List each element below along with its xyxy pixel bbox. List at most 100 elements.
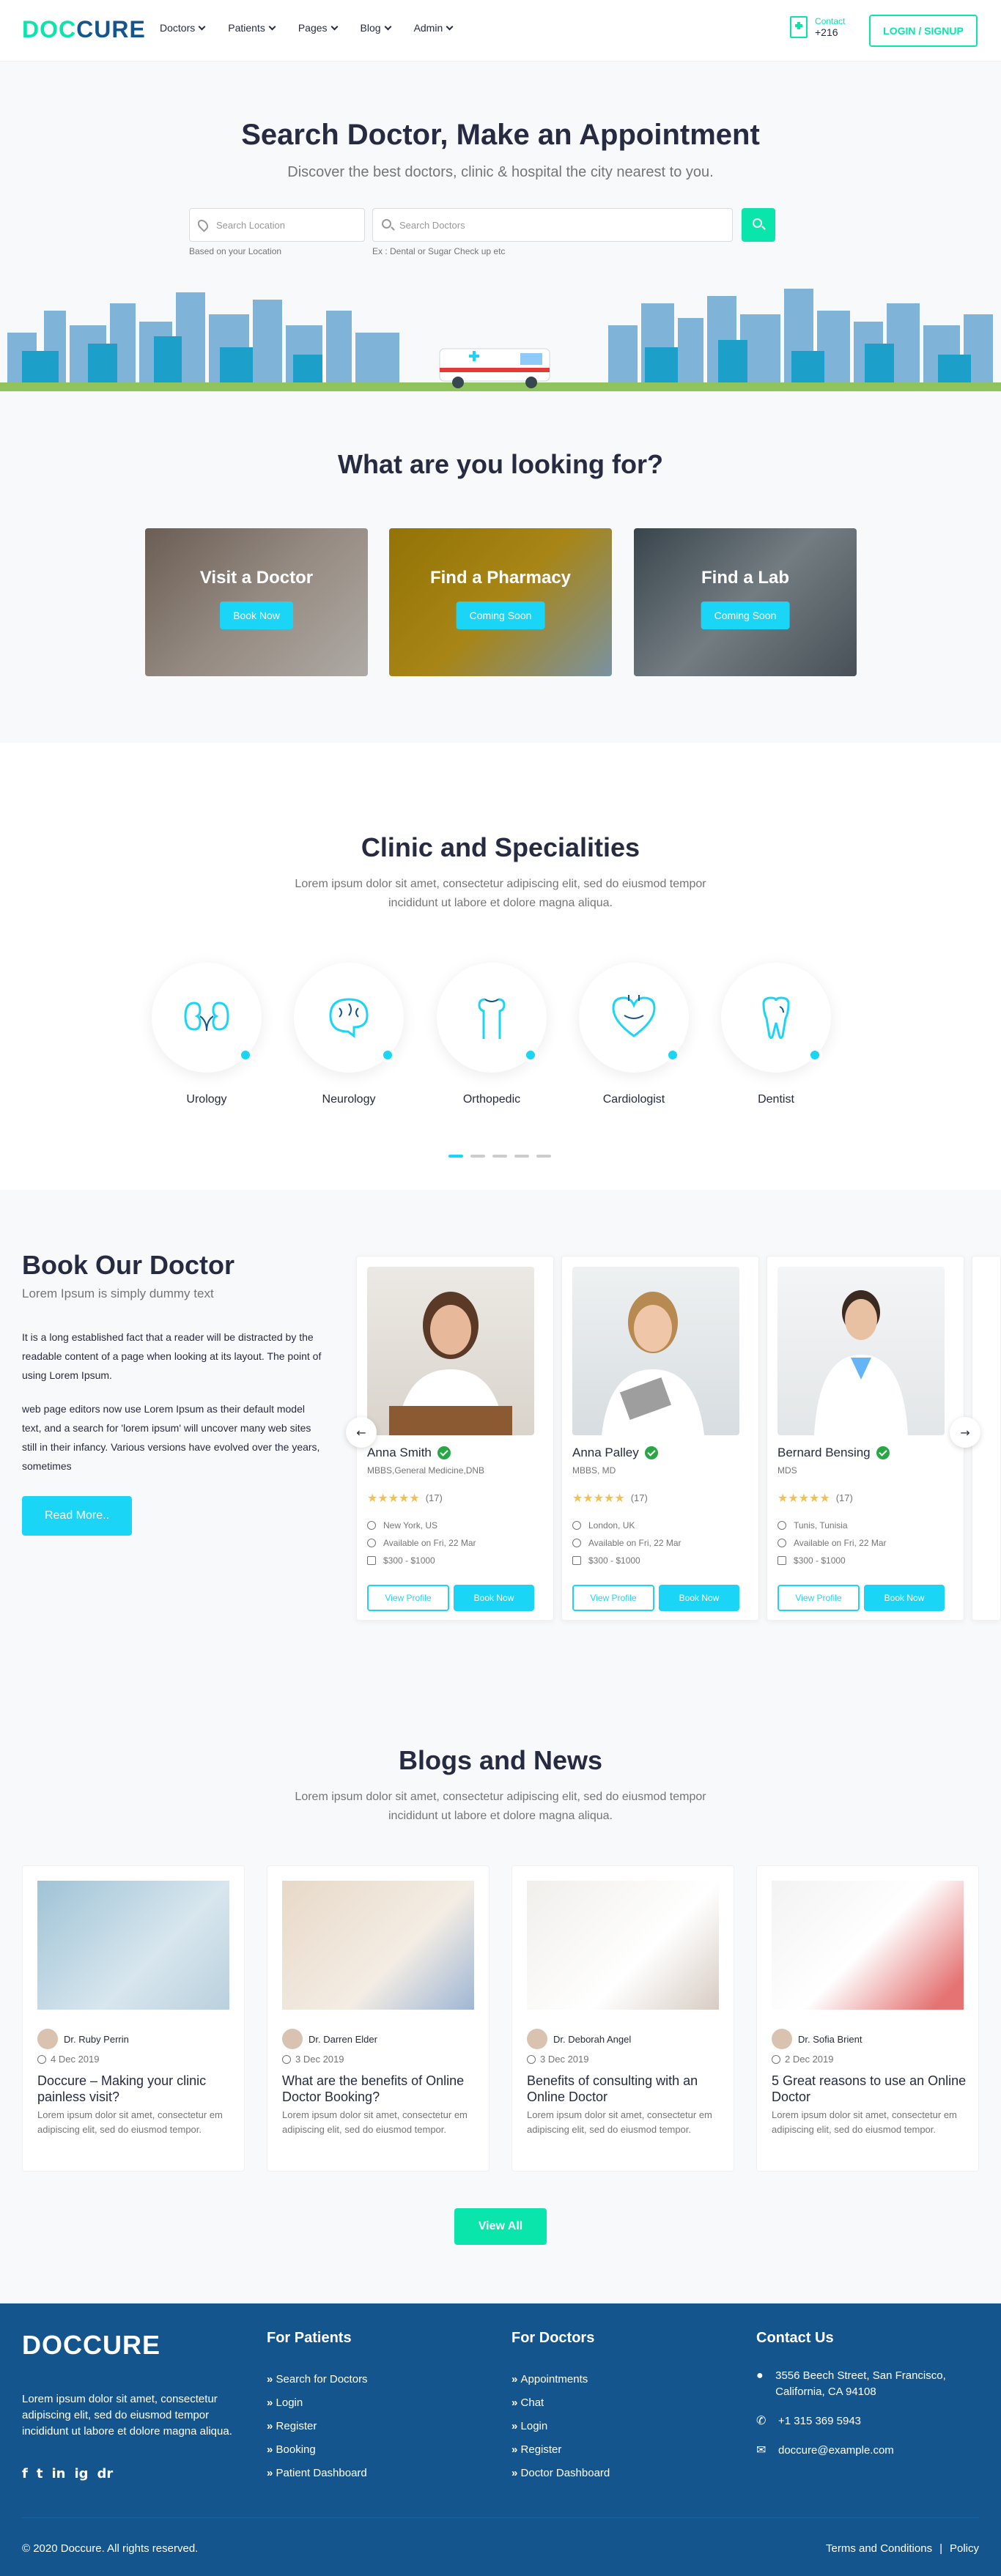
- doctor-name-text[interactable]: Bernard Bensing: [777, 1446, 871, 1460]
- doctor-name: Bernard Bensing: [777, 1446, 890, 1460]
- blog-image[interactable]: [527, 1881, 719, 2010]
- carousel-next-arrow[interactable]: →: [950, 1417, 980, 1448]
- coming-soon-button[interactable]: Coming Soon: [456, 602, 545, 629]
- author-name[interactable]: Dr. Sofia Brient: [798, 2034, 862, 2045]
- chevron-down-icon: [384, 23, 392, 30]
- visit-doctor-card[interactable]: Visit a Doctor Book Now: [145, 528, 368, 676]
- price-text: $300 - $1000: [588, 1555, 640, 1566]
- blog-image[interactable]: [282, 1881, 474, 2010]
- view-profile-button[interactable]: View Profile: [777, 1585, 860, 1611]
- book-now-button[interactable]: Book Now: [659, 1585, 739, 1611]
- blog-image[interactable]: [772, 1881, 964, 2010]
- twitter-icon[interactable]: t: [37, 2466, 43, 2481]
- blog-image[interactable]: [37, 1881, 229, 2010]
- footer-phone[interactable]: ✆ +1 315 369 5943: [756, 2413, 861, 2429]
- nav-label: Blog: [360, 22, 381, 34]
- footer-logo[interactable]: DOCCURE: [22, 2330, 160, 2361]
- site-footer: DOCCURE Lorem ipsum dolor sit amet, cons…: [0, 2303, 1001, 2576]
- book-paragraph: It is a long established fact that a rea…: [22, 1331, 322, 1381]
- rating-count: (17): [425, 1492, 443, 1503]
- author-name[interactable]: Dr. Ruby Perrin: [64, 2034, 129, 2045]
- doctor-location: New York, US: [367, 1520, 437, 1531]
- book-now-button[interactable]: Book Now: [454, 1585, 534, 1611]
- blog-title[interactable]: Benefits of consulting with an Online Do…: [527, 2073, 722, 2105]
- doctor-card: Anna Smith MBBS,General Medicine,DNB ★★★…: [356, 1256, 554, 1621]
- instagram-icon[interactable]: ig: [74, 2466, 88, 2481]
- nav-patients[interactable]: Patients: [228, 22, 276, 34]
- hero-subtitle: Discover the best doctors, clinic & hosp…: [287, 164, 714, 180]
- price-text: $300 - $1000: [794, 1555, 846, 1566]
- speciality-neurology[interactable]: Neurology: [294, 963, 404, 1106]
- footer-link[interactable]: Search for Doctors: [267, 2368, 368, 2391]
- location-text: Tunis, Tunisia: [794, 1520, 848, 1531]
- terms-link[interactable]: Terms and Conditions: [826, 2542, 932, 2555]
- view-all-button[interactable]: View All: [454, 2208, 547, 2245]
- nav-pages[interactable]: Pages: [298, 22, 338, 34]
- logo-part-cure: CURE: [76, 15, 146, 42]
- speciality-orthopedic[interactable]: Orthopedic: [437, 963, 547, 1106]
- facebook-icon[interactable]: f: [22, 2466, 28, 2481]
- author-name[interactable]: Dr. Deborah Angel: [553, 2034, 631, 2045]
- linkedin-icon[interactable]: in: [51, 2466, 65, 2481]
- footer-link[interactable]: Login: [511, 2415, 610, 2438]
- phone-icon: ✆: [756, 2415, 767, 2427]
- footer-link[interactable]: Appointments: [511, 2368, 610, 2391]
- view-profile-button[interactable]: View Profile: [572, 1585, 654, 1611]
- dribbble-icon[interactable]: dr: [97, 2466, 114, 2481]
- footer-link[interactable]: Register: [511, 2438, 610, 2462]
- footer-link[interactable]: Doctor Dashboard: [511, 2462, 610, 2485]
- doctor-photo[interactable]: [367, 1267, 534, 1435]
- blog-date: 2 Dec 2019: [772, 2054, 834, 2065]
- contact-label: Contact: [815, 16, 846, 26]
- speciality-urology[interactable]: Urology: [152, 963, 262, 1106]
- policy-link[interactable]: Policy: [950, 2542, 979, 2555]
- login-signup-button[interactable]: LOGIN / SIGNUP: [869, 15, 978, 47]
- doctor-speciality: MBBS, MD: [572, 1465, 616, 1476]
- footer-link[interactable]: Register: [267, 2415, 368, 2438]
- search-doctors-input[interactable]: Search Doctors: [372, 208, 733, 242]
- blog-title[interactable]: 5 Great reasons to use an Online Doctor: [772, 2073, 967, 2105]
- doctor-hint: Ex : Dental or Sugar Check up etc: [372, 246, 506, 256]
- search-icon: [753, 218, 762, 228]
- blog-card: Dr. Darren Elder 3 Dec 2019 What are the…: [267, 1865, 490, 2172]
- nav-blog[interactable]: Blog: [360, 22, 392, 34]
- read-more-button[interactable]: Read More..: [22, 1496, 132, 1536]
- specialities-title: Clinic and Specialities: [361, 832, 640, 862]
- carousel-dot-active[interactable]: [448, 1155, 463, 1158]
- blog-title[interactable]: Doccure – Making your clinic painless vi…: [37, 2073, 232, 2105]
- find-lab-card[interactable]: Find a Lab Coming Soon: [634, 528, 857, 676]
- footer-link[interactable]: Chat: [511, 2391, 610, 2415]
- look-card-title: Visit a Doctor: [199, 568, 314, 588]
- carousel-dot[interactable]: [536, 1155, 551, 1158]
- doctor-availability: Available on Fri, 22 Mar: [367, 1538, 476, 1548]
- find-pharmacy-card[interactable]: Find a Pharmacy Coming Soon: [389, 528, 612, 676]
- city-skyline-illustration: [0, 289, 1001, 391]
- footer-link[interactable]: Login: [267, 2391, 368, 2415]
- nav-admin[interactable]: Admin: [414, 22, 454, 34]
- speciality-dentist[interactable]: Dentist: [721, 963, 831, 1106]
- carousel-dot[interactable]: [514, 1155, 529, 1158]
- author-name[interactable]: Dr. Darren Elder: [309, 2034, 377, 2045]
- doctor-photo[interactable]: [777, 1267, 945, 1435]
- money-icon: [777, 1556, 786, 1565]
- search-location-input[interactable]: Search Location: [189, 208, 365, 242]
- footer-link[interactable]: Booking: [267, 2438, 368, 2462]
- coming-soon-button[interactable]: Coming Soon: [701, 602, 790, 629]
- doctor-name-text[interactable]: Anna Palley: [572, 1446, 639, 1460]
- view-profile-button[interactable]: View Profile: [367, 1585, 449, 1611]
- book-now-button[interactable]: Book Now: [864, 1585, 945, 1611]
- looking-for-section: What are you looking for? Visit a Doctor…: [0, 391, 1001, 743]
- doctor-photo[interactable]: [572, 1267, 739, 1435]
- carousel-prev-arrow[interactable]: ←: [346, 1417, 377, 1448]
- carousel-dot[interactable]: [470, 1155, 485, 1158]
- footer-email[interactable]: ✉ doccure@example.com: [756, 2443, 894, 2459]
- nav-doctors[interactable]: Doctors: [160, 22, 206, 34]
- footer-link[interactable]: Patient Dashboard: [267, 2462, 368, 2485]
- logo[interactable]: DOC CURE: [22, 13, 146, 45]
- speciality-cardiologist[interactable]: Cardiologist: [579, 963, 689, 1106]
- book-now-button[interactable]: Book Now: [220, 602, 293, 629]
- search-button[interactable]: [742, 208, 775, 242]
- carousel-dot[interactable]: [492, 1155, 507, 1158]
- blog-title[interactable]: What are the benefits of Online Doctor B…: [282, 2073, 477, 2105]
- doctor-name-text[interactable]: Anna Smith: [367, 1446, 432, 1460]
